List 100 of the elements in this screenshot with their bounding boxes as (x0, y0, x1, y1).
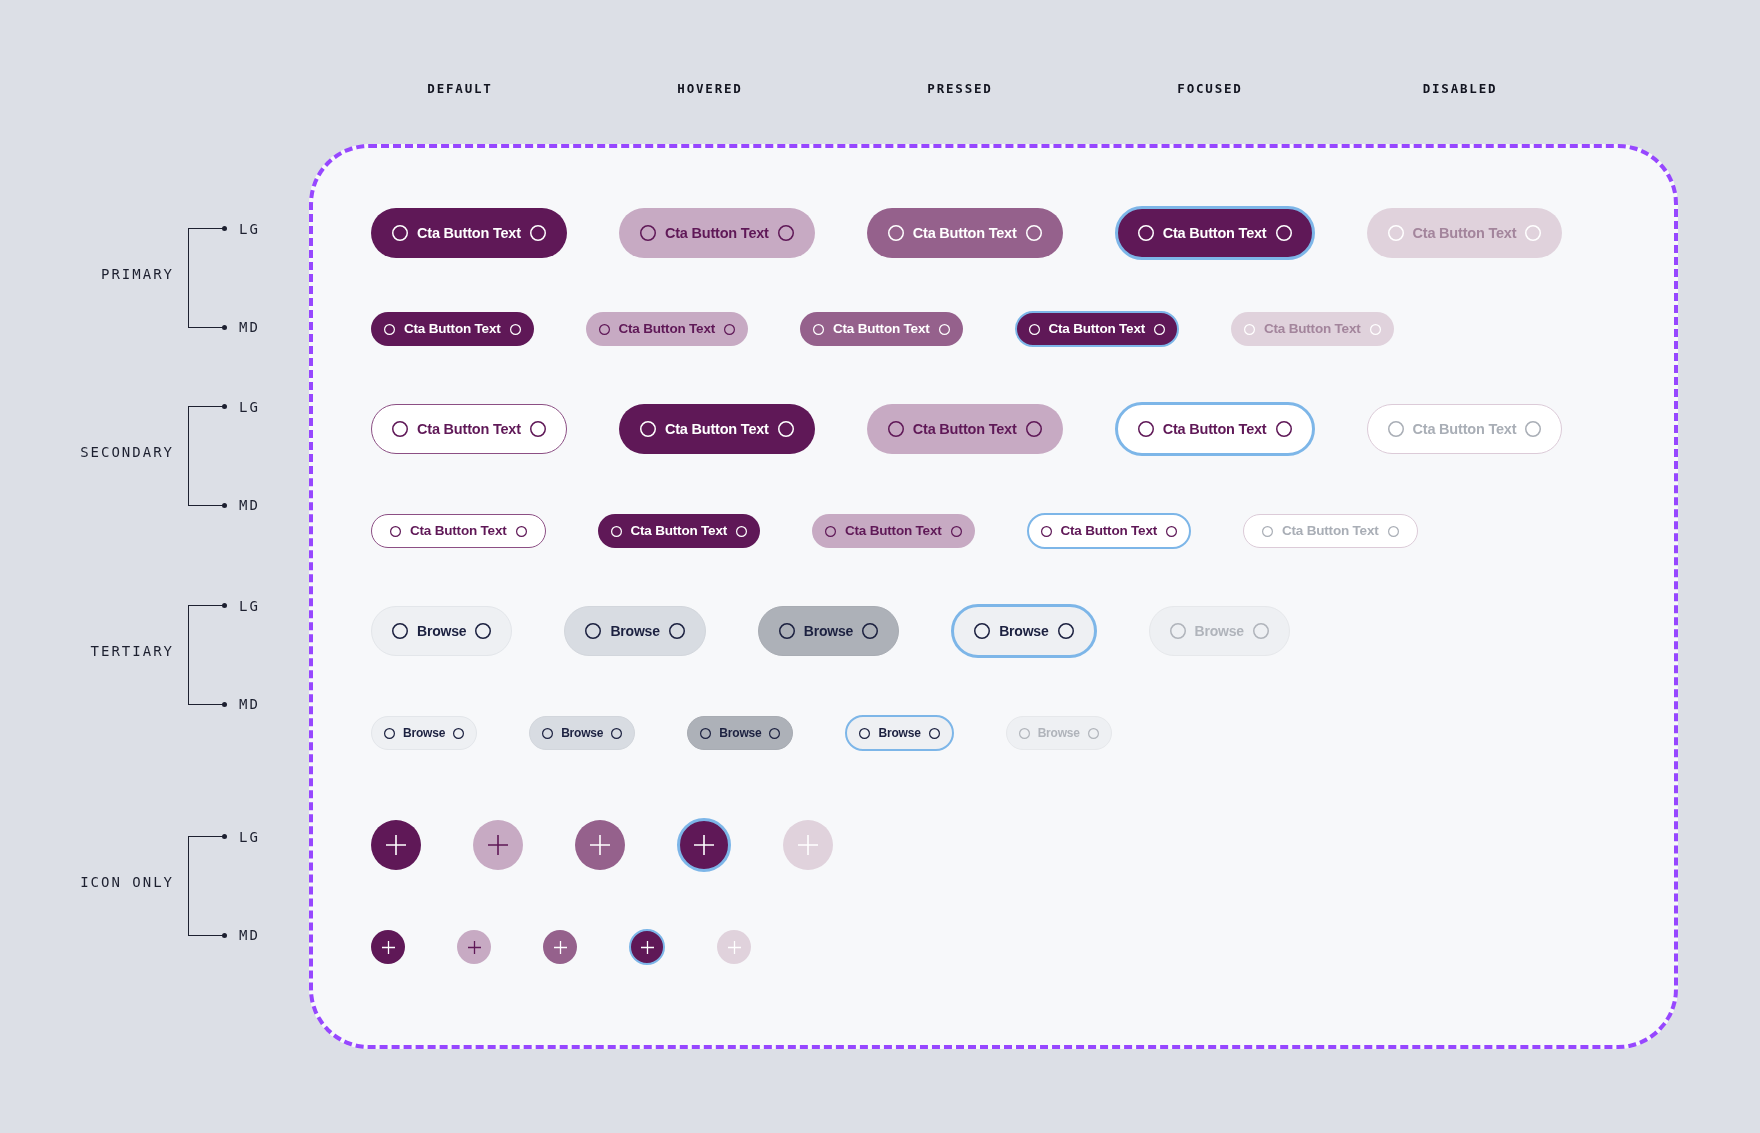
secondary-button[interactable]: Cta Button Text (371, 514, 546, 548)
primary-button[interactable]: Cta Button Text (371, 312, 534, 346)
secondary-button[interactable]: Cta Button Text (371, 404, 567, 454)
plus-icon (467, 940, 481, 954)
plus-icon (381, 940, 395, 954)
circle-icon (1057, 623, 1074, 639)
primary-button[interactable]: Cta Button Text (800, 312, 963, 346)
column-header: HOVERED (677, 80, 743, 98)
column-header: DISABLED (1422, 80, 1498, 98)
circle-icon (639, 421, 656, 437)
plus-icon (694, 835, 714, 855)
circle-icon (1525, 225, 1542, 241)
tertiary-button[interactable]: Browse (757, 606, 900, 656)
primary-button[interactable]: Cta Button Text (866, 208, 1063, 258)
size-label: LG (239, 828, 260, 846)
primary-button[interactable]: Cta Button Text (1114, 206, 1315, 260)
circle-icon (1387, 421, 1404, 437)
circle-icon (611, 727, 623, 739)
primary-button[interactable]: Cta Button Text (1014, 311, 1179, 347)
circle-icon (392, 421, 408, 437)
circle-icon (515, 525, 527, 537)
icon-button[interactable] (457, 930, 491, 964)
plus-icon (590, 835, 610, 855)
plus-icon (386, 835, 406, 855)
circle-icon (1025, 225, 1042, 241)
size-label: MD (239, 695, 260, 713)
size-label: MD (239, 496, 260, 514)
primary-button[interactable]: Cta Button Text (618, 208, 815, 258)
primary-button[interactable]: Cta Button Text (585, 312, 748, 346)
circle-icon (1387, 525, 1399, 537)
circle-icon (862, 623, 879, 639)
circle-icon (1025, 421, 1042, 437)
tertiary-button[interactable]: Browse (371, 606, 513, 656)
circle-icon (1028, 323, 1040, 335)
plus-icon (727, 940, 741, 954)
secondary-button[interactable]: Cta Button Text (1026, 513, 1191, 549)
group-label: PRIMARY (101, 265, 174, 283)
column-header: DEFAULT (427, 80, 493, 98)
circle-icon (1137, 421, 1154, 437)
circle-icon (1525, 421, 1542, 437)
tertiary-button[interactable]: Browse (687, 716, 794, 750)
circle-icon (1262, 525, 1273, 537)
circle-icon (529, 421, 546, 437)
circle-icon (384, 727, 395, 739)
icon-button[interactable] (371, 820, 421, 870)
circle-icon (928, 727, 940, 739)
circle-icon (1040, 525, 1052, 537)
column-header: FOCUSED (1177, 80, 1243, 98)
tertiary-button[interactable]: Browse (529, 716, 636, 750)
circle-icon (1169, 623, 1186, 639)
circle-icon (974, 623, 991, 639)
icon-button[interactable] (473, 820, 523, 870)
circle-icon (1137, 225, 1154, 241)
circle-icon (813, 323, 824, 335)
tertiary-button[interactable]: Browse (951, 604, 1097, 658)
circle-icon (390, 525, 401, 537)
circle-icon (392, 623, 408, 639)
tertiary-button[interactable]: Browse (564, 606, 706, 656)
circle-icon (384, 323, 395, 335)
circle-icon (392, 225, 408, 241)
group-label: SECONDARY (80, 443, 174, 461)
circle-icon (509, 323, 521, 335)
tertiary-button[interactable]: Browse (845, 715, 954, 751)
icon-button[interactable] (371, 930, 405, 964)
circle-icon (825, 525, 836, 537)
plus-icon (553, 940, 567, 954)
size-label: MD (239, 318, 260, 336)
circle-icon (736, 525, 747, 537)
circle-icon (475, 623, 492, 639)
secondary-button[interactable]: Cta Button Text (1114, 402, 1315, 456)
plus-icon (798, 835, 818, 855)
circle-icon (887, 421, 904, 437)
primary-button[interactable]: Cta Button Text (371, 208, 567, 258)
secondary-button[interactable]: Cta Button Text (618, 404, 815, 454)
secondary-button[interactable]: Cta Button Text (866, 404, 1063, 454)
secondary-button[interactable]: Cta Button Text (812, 514, 975, 548)
circle-icon (1275, 421, 1292, 437)
circle-icon (777, 225, 794, 241)
circle-icon (585, 623, 602, 639)
circle-icon (1166, 525, 1177, 537)
circle-icon (700, 727, 712, 739)
circle-icon (724, 323, 735, 335)
circle-icon (639, 225, 656, 241)
circle-icon (1387, 225, 1404, 241)
group-label: TERTIARY (90, 642, 174, 660)
icon-button[interactable] (629, 929, 665, 965)
circle-icon (1252, 623, 1269, 639)
circle-icon (1154, 323, 1165, 335)
circle-icon (778, 623, 795, 639)
tertiary-button[interactable]: Browse (371, 716, 478, 750)
icon-button[interactable] (677, 818, 731, 872)
circle-icon (610, 525, 622, 537)
size-label: MD (239, 926, 260, 944)
column-header: PRESSED (927, 80, 993, 98)
plus-icon (640, 940, 654, 954)
circle-icon (598, 323, 610, 335)
circle-icon (1018, 727, 1030, 739)
circle-icon (668, 623, 685, 639)
size-label: LG (239, 398, 260, 416)
secondary-button[interactable]: Cta Button Text (597, 514, 760, 548)
